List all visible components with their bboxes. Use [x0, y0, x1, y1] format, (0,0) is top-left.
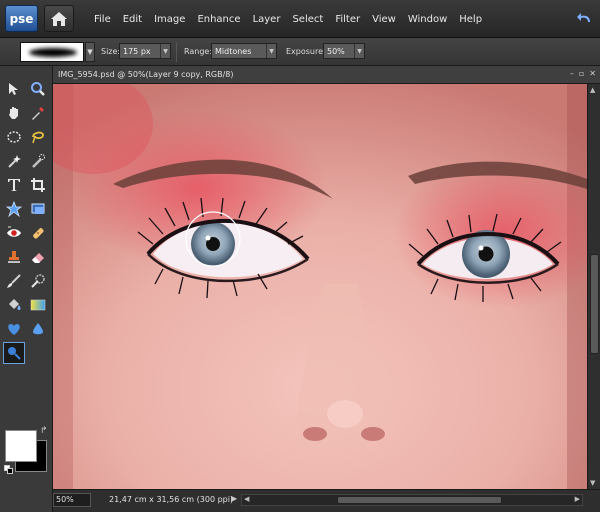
scroll-thumb[interactable]: [337, 496, 502, 504]
document-canvas[interactable]: [53, 84, 587, 489]
home-button[interactable]: [44, 5, 74, 32]
chevron-down-icon[interactable]: ▼: [354, 44, 364, 58]
menu-layer[interactable]: Layer: [247, 14, 287, 25]
size-field[interactable]: 175 px ▼: [119, 43, 171, 59]
lasso-tool-icon[interactable]: [27, 126, 49, 148]
menu-help[interactable]: Help: [453, 14, 488, 25]
document-info: 21,47 cm x 31,56 cm (300 ppi): [109, 495, 234, 504]
brush-preset-preview[interactable]: [20, 42, 84, 62]
gradient-tool-icon[interactable]: [27, 294, 49, 316]
brush-preset-dropdown[interactable]: ▼: [85, 42, 95, 62]
menubar: pse File Edit Image Enhance Layer Select…: [0, 0, 600, 38]
menu-enhance[interactable]: Enhance: [191, 14, 246, 25]
quick-selection-tool-icon[interactable]: [27, 150, 49, 172]
menu-edit[interactable]: Edit: [117, 14, 148, 25]
horizontal-scrollbar[interactable]: ◀ ▶: [241, 494, 583, 506]
menu-file[interactable]: File: [88, 14, 117, 25]
scroll-right-icon[interactable]: ▶: [575, 495, 580, 503]
vertical-scrollbar[interactable]: ▲ ▼: [587, 84, 600, 489]
exposure-field[interactable]: 50% ▼: [323, 43, 365, 59]
app-logo[interactable]: pse: [5, 5, 38, 32]
type-tool-icon[interactable]: [3, 174, 25, 196]
swap-colors-icon[interactable]: ↱: [40, 426, 48, 436]
exposure-label: Exposure:: [286, 47, 326, 56]
menu-list: File Edit Image Enhance Layer Select Fil…: [88, 0, 488, 38]
crop-tool-icon[interactable]: [27, 174, 49, 196]
photo-artwork: [53, 84, 587, 489]
eraser-tool-icon[interactable]: [27, 246, 49, 268]
zoom-tool-icon[interactable]: [27, 78, 49, 100]
close-icon[interactable]: ✕: [589, 69, 596, 78]
exposure-value: 50%: [327, 46, 345, 56]
menu-filter[interactable]: Filter: [329, 14, 366, 25]
eyedropper-tool-icon[interactable]: [27, 102, 49, 124]
menu-view[interactable]: View: [366, 14, 402, 25]
default-colors-icon[interactable]: [4, 465, 13, 474]
straighten-tool-icon[interactable]: [27, 198, 49, 220]
status-menu-arrow-icon[interactable]: ▶: [231, 494, 237, 503]
chevron-down-icon[interactable]: ▼: [266, 44, 276, 58]
range-value: Midtones: [215, 46, 252, 56]
scroll-up-icon[interactable]: ▲: [590, 86, 595, 94]
toolbox: ↱: [0, 66, 53, 512]
blur-tool-icon[interactable]: [27, 318, 49, 340]
menu-image[interactable]: Image: [148, 14, 191, 25]
restore-icon[interactable]: ▫: [579, 69, 584, 78]
move-tool-icon[interactable]: [3, 78, 25, 100]
range-select[interactable]: Midtones ▼: [211, 43, 277, 59]
divider: [176, 42, 177, 62]
undo-arrow-icon[interactable]: [576, 10, 594, 26]
minimize-icon[interactable]: –: [570, 69, 574, 78]
menu-select[interactable]: Select: [286, 14, 329, 25]
dodge-tool-icon[interactable]: [3, 342, 25, 364]
menu-window[interactable]: Window: [402, 14, 453, 25]
cookie-cutter-tool-icon[interactable]: [3, 198, 25, 220]
hand-tool-icon[interactable]: [3, 102, 25, 124]
red-eye-tool-icon[interactable]: [3, 222, 25, 244]
magic-wand-tool-icon[interactable]: [3, 150, 25, 172]
brush-tool-icon[interactable]: [3, 270, 25, 292]
zoom-field[interactable]: 50%: [53, 493, 91, 507]
marquee-tool-icon[interactable]: [3, 126, 25, 148]
scroll-thumb[interactable]: [590, 254, 599, 354]
options-bar: ▼ Size: 175 px ▼ Range: Midtones ▼ Expos…: [0, 38, 600, 66]
smart-brush-tool-icon[interactable]: [27, 270, 49, 292]
spot-healing-tool-icon[interactable]: [27, 222, 49, 244]
paint-bucket-tool-icon[interactable]: [3, 294, 25, 316]
custom-shape-tool-icon[interactable]: [3, 318, 25, 340]
status-bar: 50% 21,47 cm x 31,56 cm (300 ppi) ▶ ◀ ▶: [53, 489, 600, 512]
range-label: Range:: [184, 47, 213, 56]
document-title: IMG_5954.psd @ 50%(Layer 9 copy, RGB/8): [58, 70, 234, 79]
size-value: 175 px: [123, 46, 151, 56]
window-controls: – ▫ ✕: [570, 69, 596, 78]
home-icon: [51, 11, 67, 26]
size-label: Size:: [101, 47, 121, 56]
scroll-down-icon[interactable]: ▼: [590, 479, 595, 487]
foreground-color-swatch[interactable]: [5, 430, 37, 462]
chevron-down-icon[interactable]: ▼: [160, 44, 170, 58]
scroll-left-icon[interactable]: ◀: [244, 495, 249, 503]
clone-stamp-tool-icon[interactable]: [3, 246, 25, 268]
document-titlebar: IMG_5954.psd @ 50%(Layer 9 copy, RGB/8) …: [53, 66, 600, 84]
